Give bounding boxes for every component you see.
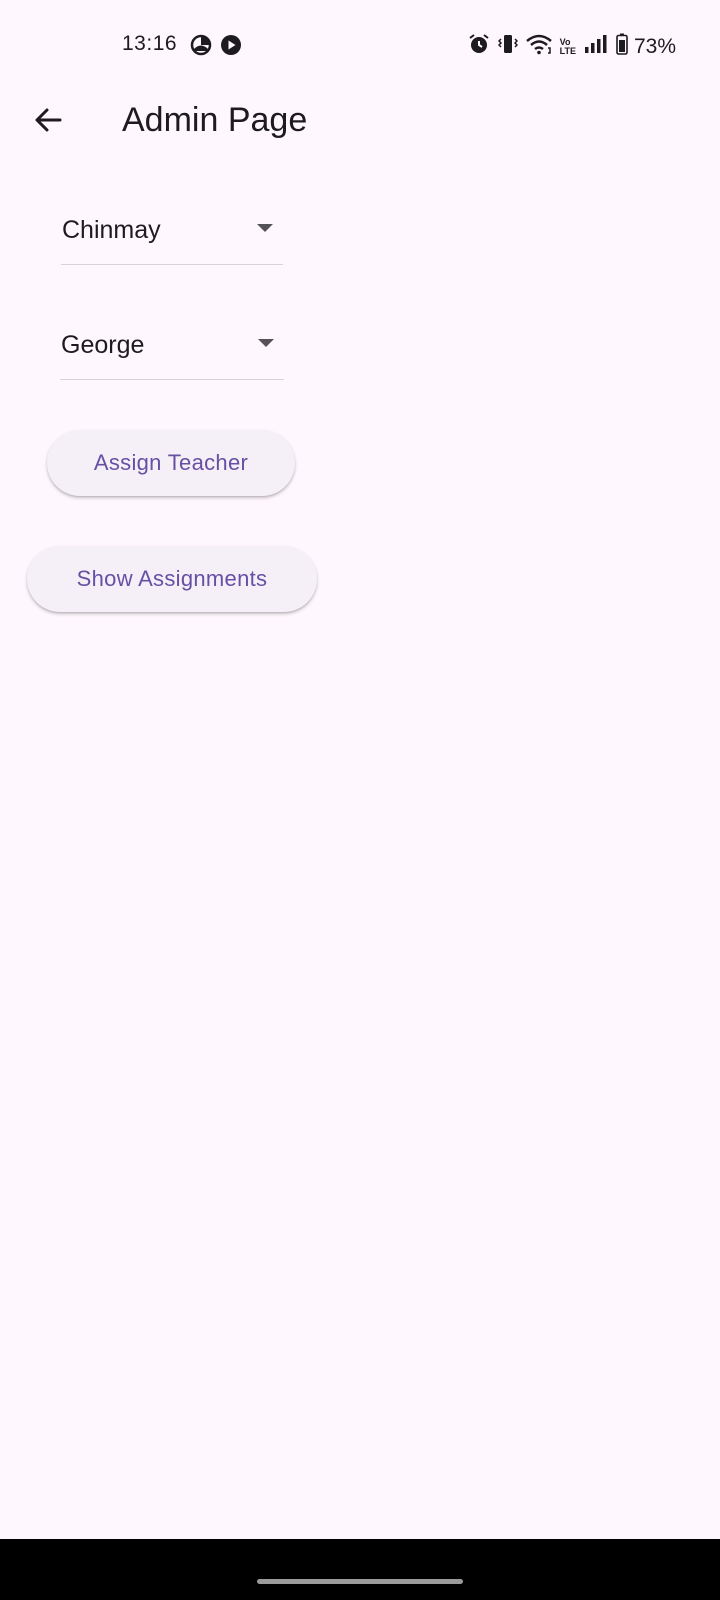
dropdown-arrow-icon [258,339,274,347]
assign-teacher-button[interactable]: Assign Teacher [47,430,295,496]
status-bar: 13:16 Vo LTE 73% [0,0,720,92]
gesture-handle[interactable] [257,1579,463,1584]
back-button[interactable] [24,96,72,144]
teacher-dropdown[interactable]: George [60,327,284,380]
student-dropdown-value: Chinmay [62,216,161,244]
arrow-left-icon [35,108,62,132]
battery-icon [616,33,628,60]
wifi-icon [525,33,552,60]
show-assignments-button[interactable]: Show Assignments [27,546,317,612]
teacher-dropdown-value: George [61,331,145,359]
vibrate-icon [497,33,518,60]
status-time: 13:16 [122,32,178,55]
navigation-bar [0,1539,720,1600]
status-right-icons: Vo LTE 73% [468,33,676,60]
app-bar: Admin Page [0,92,720,172]
dropdown-arrow-icon [257,224,273,232]
page-title: Admin Page [122,101,308,139]
signal-icon [584,34,608,59]
battery-percentage: 73% [633,34,676,58]
student-dropdown[interactable]: Chinmay [61,212,283,265]
data-saver-icon [190,34,212,61]
volte-icon: Vo LTE [559,36,576,56]
status-left-icons [190,34,242,61]
alarm-icon [468,33,490,60]
play-circle-icon [220,34,242,61]
